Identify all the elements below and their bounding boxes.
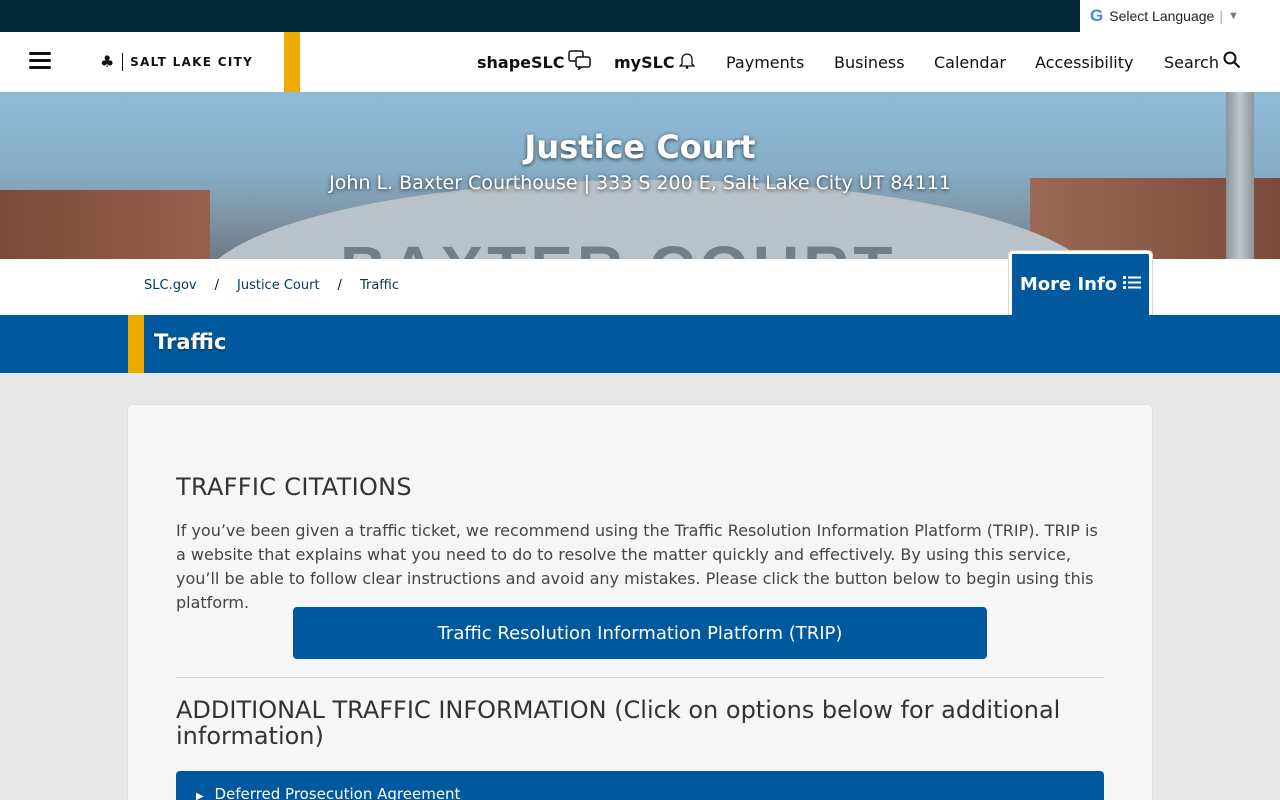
nav-myslc[interactable]: mySLC: [614, 32, 696, 92]
content-card: TRAFFIC CITATIONS If you’ve been given a…: [128, 405, 1152, 800]
bell-icon: [677, 51, 696, 73]
language-separator: |: [1219, 8, 1223, 24]
breadcrumb-separator: /: [214, 278, 219, 293]
triangle-right-icon: ▶: [196, 791, 204, 800]
nav-accessibility[interactable]: Accessibility: [1035, 32, 1133, 92]
section-paragraph: If you’ve been given a traffic ticket, w…: [176, 521, 1098, 612]
trip-button[interactable]: Traffic Resolution Information Platform …: [293, 607, 987, 659]
page-title-band: Traffic: [0, 315, 1280, 373]
page-title: Traffic: [154, 330, 227, 354]
more-info-button[interactable]: More Info: [1009, 251, 1152, 315]
hero-banner: BAXTER COURT Justice Court John L. Baxte…: [0, 92, 1280, 259]
divider: [176, 677, 1104, 678]
nav-calendar[interactable]: Calendar: [934, 32, 1006, 92]
menu-icon[interactable]: [29, 52, 51, 72]
google-icon: G: [1090, 6, 1104, 25]
breadcrumb-separator: /: [337, 278, 342, 293]
nav-search[interactable]: Search: [1164, 32, 1241, 92]
accordion-item-label: Deferred Prosecution Agreement: [214, 785, 461, 800]
logo-text: SALT LAKE CITY: [130, 54, 254, 69]
gold-accent-bar: [284, 32, 300, 92]
breadcrumb: SLC.gov / Justice Court / Traffic: [144, 278, 399, 293]
section-heading: TRAFFIC CITATIONS: [176, 473, 412, 501]
chevron-down-icon: ▼: [1227, 10, 1239, 22]
hero-carved-text: BAXTER COURT: [340, 232, 896, 259]
nav-shapeslc[interactable]: shapeSLC: [477, 32, 592, 92]
breadcrumb-slcgov[interactable]: SLC.gov: [144, 278, 197, 293]
breadcrumb-traffic[interactable]: Traffic: [360, 278, 399, 293]
breadcrumb-row: SLC.gov / Justice Court / Traffic More I…: [0, 251, 1280, 315]
gold-accent-bar: [128, 315, 144, 373]
additional-heading: ADDITIONAL TRAFFIC INFORMATION (Click on…: [176, 696, 1061, 750]
hero-brick-left: [0, 190, 210, 259]
hero-subtitle: John L. Baxter Courthouse | 333 S 200 E,…: [329, 172, 951, 194]
hero-title: Justice Court: [524, 128, 756, 166]
tree-icon: ♣: [100, 52, 116, 71]
nav-business[interactable]: Business: [834, 32, 905, 92]
search-icon: [1223, 51, 1241, 73]
language-label: Select Language: [1109, 8, 1215, 24]
nav-payments[interactable]: Payments: [726, 32, 804, 92]
nav-myslc-label: mySLC: [614, 52, 675, 72]
nav-shapeslc-label: shapeSLC: [477, 52, 565, 72]
list-icon: [1123, 275, 1142, 294]
site-logo[interactable]: ♣ SALT LAKE CITY: [100, 52, 253, 71]
site-header: ♣ SALT LAKE CITY shapeSLC mySLC Payments…: [0, 32, 1280, 92]
language-selector[interactable]: G Select Language | ▼: [1080, 0, 1280, 32]
chat-bubbles-icon: [568, 50, 592, 74]
breadcrumb-justice-court[interactable]: Justice Court: [237, 278, 320, 293]
logo-divider: [121, 52, 124, 71]
more-info-label: More Info: [1019, 274, 1118, 295]
nav-search-label: Search: [1164, 52, 1219, 72]
accordion-item[interactable]: ▶ Deferred Prosecution Agreement: [176, 771, 1104, 800]
